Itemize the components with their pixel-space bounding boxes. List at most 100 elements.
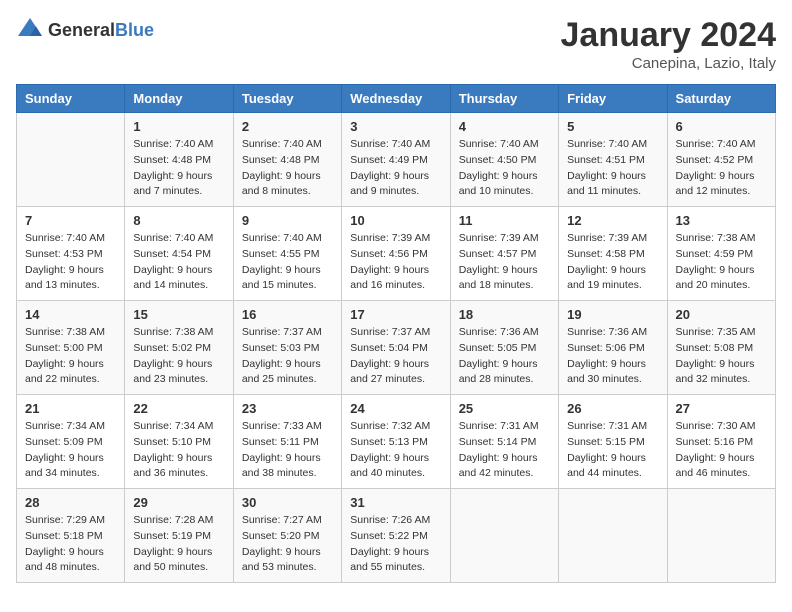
day-info: Sunrise: 7:39 AMSunset: 4:58 PMDaylight:… bbox=[567, 231, 658, 294]
day-info: Sunrise: 7:30 AMSunset: 5:16 PMDaylight:… bbox=[676, 419, 767, 482]
day-number: 11 bbox=[459, 213, 550, 228]
logo-text-general: General bbox=[48, 20, 115, 40]
calendar-cell: 15 Sunrise: 7:38 AMSunset: 5:02 PMDayligh… bbox=[125, 301, 233, 395]
header-cell-saturday: Saturday bbox=[667, 85, 775, 113]
day-number: 22 bbox=[133, 401, 224, 416]
logo: GeneralBlue bbox=[16, 16, 154, 44]
calendar-cell: 8 Sunrise: 7:40 AMSunset: 4:54 PMDaylight… bbox=[125, 207, 233, 301]
day-info: Sunrise: 7:40 AMSunset: 4:53 PMDaylight:… bbox=[25, 231, 116, 294]
day-number: 1 bbox=[133, 119, 224, 134]
day-info: Sunrise: 7:33 AMSunset: 5:11 PMDaylight:… bbox=[242, 419, 333, 482]
day-info: Sunrise: 7:37 AMSunset: 5:04 PMDaylight:… bbox=[350, 325, 441, 388]
day-info: Sunrise: 7:36 AMSunset: 5:06 PMDaylight:… bbox=[567, 325, 658, 388]
calendar-cell: 13 Sunrise: 7:38 AMSunset: 4:59 PMDayligh… bbox=[667, 207, 775, 301]
day-number: 21 bbox=[25, 401, 116, 416]
day-number: 9 bbox=[242, 213, 333, 228]
calendar-cell: 31 Sunrise: 7:26 AMSunset: 5:22 PMDayligh… bbox=[342, 489, 450, 583]
day-info: Sunrise: 7:32 AMSunset: 5:13 PMDaylight:… bbox=[350, 419, 441, 482]
day-number: 28 bbox=[25, 495, 116, 510]
day-info: Sunrise: 7:40 AMSunset: 4:50 PMDaylight:… bbox=[459, 137, 550, 200]
day-number: 13 bbox=[676, 213, 767, 228]
header-cell-friday: Friday bbox=[559, 85, 667, 113]
header-cell-wednesday: Wednesday bbox=[342, 85, 450, 113]
calendar-cell: 7 Sunrise: 7:40 AMSunset: 4:53 PMDaylight… bbox=[17, 207, 125, 301]
day-number: 20 bbox=[676, 307, 767, 322]
calendar-cell: 10Sunrise: 7:39 AMSunset: 4:56 PMDayligh… bbox=[342, 207, 450, 301]
calendar-cell: 6 Sunrise: 7:40 AMSunset: 4:52 PMDaylight… bbox=[667, 113, 775, 207]
day-number: 18 bbox=[459, 307, 550, 322]
day-number: 24 bbox=[350, 401, 441, 416]
day-number: 14 bbox=[25, 307, 116, 322]
calendar-cell bbox=[667, 489, 775, 583]
day-number: 31 bbox=[350, 495, 441, 510]
calendar-body: 1 Sunrise: 7:40 AMSunset: 4:48 PMDaylight… bbox=[17, 113, 776, 583]
calendar-cell: 17Sunrise: 7:37 AMSunset: 5:04 PMDayligh… bbox=[342, 301, 450, 395]
calendar-cell: 2 Sunrise: 7:40 AMSunset: 4:48 PMDaylight… bbox=[233, 113, 341, 207]
day-info: Sunrise: 7:38 AMSunset: 5:02 PMDaylight:… bbox=[133, 325, 224, 388]
day-info: Sunrise: 7:34 AMSunset: 5:10 PMDaylight:… bbox=[133, 419, 224, 482]
day-number: 7 bbox=[25, 213, 116, 228]
calendar-cell: 1Sunrise: 7:40 AMSunset: 4:48 PMDaylight… bbox=[125, 113, 233, 207]
day-number: 19 bbox=[567, 307, 658, 322]
calendar-cell: 19 Sunrise: 7:36 AMSunset: 5:06 PMDayligh… bbox=[559, 301, 667, 395]
day-info: Sunrise: 7:38 AMSunset: 4:59 PMDaylight:… bbox=[676, 231, 767, 294]
day-number: 8 bbox=[133, 213, 224, 228]
day-info: Sunrise: 7:31 AMSunset: 5:14 PMDaylight:… bbox=[459, 419, 550, 482]
day-number: 15 bbox=[133, 307, 224, 322]
header-cell-sunday: Sunday bbox=[17, 85, 125, 113]
calendar-week-row: 7 Sunrise: 7:40 AMSunset: 4:53 PMDaylight… bbox=[17, 207, 776, 301]
day-info: Sunrise: 7:39 AMSunset: 4:56 PMDaylight:… bbox=[350, 231, 441, 294]
day-number: 6 bbox=[676, 119, 767, 134]
day-number: 29 bbox=[133, 495, 224, 510]
page-header: GeneralBlue January 2024 Canepina, Lazio… bbox=[16, 16, 776, 72]
day-number: 27 bbox=[676, 401, 767, 416]
day-number: 5 bbox=[567, 119, 658, 134]
day-number: 25 bbox=[459, 401, 550, 416]
day-number: 30 bbox=[242, 495, 333, 510]
calendar-cell: 28Sunrise: 7:29 AMSunset: 5:18 PMDayligh… bbox=[17, 489, 125, 583]
day-info: Sunrise: 7:40 AMSunset: 4:54 PMDaylight:… bbox=[133, 231, 224, 294]
calendar-table: SundayMondayTuesdayWednesdayThursdayFrid… bbox=[16, 84, 776, 583]
header-row: SundayMondayTuesdayWednesdayThursdayFrid… bbox=[17, 85, 776, 113]
calendar-week-row: 1 Sunrise: 7:40 AMSunset: 4:48 PMDaylight… bbox=[17, 113, 776, 207]
day-number: 4 bbox=[459, 119, 550, 134]
day-number: 23 bbox=[242, 401, 333, 416]
calendar-cell bbox=[559, 489, 667, 583]
calendar-cell: 30 Sunrise: 7:27 AMSunset: 5:20 PMDayligh… bbox=[233, 489, 341, 583]
calendar-week-row: 28Sunrise: 7:29 AMSunset: 5:18 PMDayligh… bbox=[17, 489, 776, 583]
calendar-cell: 3 Sunrise: 7:40 AMSunset: 4:49 PMDaylight… bbox=[342, 113, 450, 207]
day-number: 2 bbox=[242, 119, 333, 134]
day-info: Sunrise: 7:27 AMSunset: 5:20 PMDaylight:… bbox=[242, 513, 333, 576]
day-number: 3 bbox=[350, 119, 441, 134]
calendar-cell: 14 Sunrise: 7:38 AMSunset: 5:00 PMDayligh… bbox=[17, 301, 125, 395]
day-info: Sunrise: 7:40 AMSunset: 4:52 PMDaylight:… bbox=[676, 137, 767, 200]
day-info: Sunrise: 7:40 AMSunset: 4:49 PMDaylight:… bbox=[350, 137, 441, 200]
header-cell-thursday: Thursday bbox=[450, 85, 558, 113]
day-info: Sunrise: 7:34 AMSunset: 5:09 PMDaylight:… bbox=[25, 419, 116, 482]
calendar-cell: 24 Sunrise: 7:32 AMSunset: 5:13 PMDayligh… bbox=[342, 395, 450, 489]
calendar-subtitle: Canepina, Lazio, Italy bbox=[561, 55, 777, 72]
calendar-title: January 2024 bbox=[561, 16, 777, 55]
calendar-cell: 5Sunrise: 7:40 AMSunset: 4:51 PMDaylight… bbox=[559, 113, 667, 207]
day-info: Sunrise: 7:40 AMSunset: 4:48 PMDaylight:… bbox=[242, 137, 333, 200]
calendar-cell bbox=[450, 489, 558, 583]
day-info: Sunrise: 7:31 AMSunset: 5:15 PMDaylight:… bbox=[567, 419, 658, 482]
logo-icon bbox=[16, 16, 44, 44]
calendar-cell: 29 Sunrise: 7:28 AMSunset: 5:19 PMDayligh… bbox=[125, 489, 233, 583]
day-info: Sunrise: 7:39 AMSunset: 4:57 PMDaylight:… bbox=[459, 231, 550, 294]
title-block: January 2024 Canepina, Lazio, Italy bbox=[561, 16, 777, 72]
day-info: Sunrise: 7:26 AMSunset: 5:22 PMDaylight:… bbox=[350, 513, 441, 576]
day-info: Sunrise: 7:28 AMSunset: 5:19 PMDaylight:… bbox=[133, 513, 224, 576]
day-info: Sunrise: 7:35 AMSunset: 5:08 PMDaylight:… bbox=[676, 325, 767, 388]
calendar-week-row: 14 Sunrise: 7:38 AMSunset: 5:00 PMDayligh… bbox=[17, 301, 776, 395]
calendar-cell: 11 Sunrise: 7:39 AMSunset: 4:57 PMDayligh… bbox=[450, 207, 558, 301]
day-info: Sunrise: 7:38 AMSunset: 5:00 PMDaylight:… bbox=[25, 325, 116, 388]
calendar-cell: 26Sunrise: 7:31 AMSunset: 5:15 PMDayligh… bbox=[559, 395, 667, 489]
calendar-week-row: 21 Sunrise: 7:34 AMSunset: 5:09 PMDayligh… bbox=[17, 395, 776, 489]
calendar-header: SundayMondayTuesdayWednesdayThursdayFrid… bbox=[17, 85, 776, 113]
calendar-cell bbox=[17, 113, 125, 207]
calendar-cell: 12Sunrise: 7:39 AMSunset: 4:58 PMDayligh… bbox=[559, 207, 667, 301]
calendar-cell: 4 Sunrise: 7:40 AMSunset: 4:50 PMDaylight… bbox=[450, 113, 558, 207]
day-info: Sunrise: 7:36 AMSunset: 5:05 PMDaylight:… bbox=[459, 325, 550, 388]
calendar-cell: 18 Sunrise: 7:36 AMSunset: 5:05 PMDayligh… bbox=[450, 301, 558, 395]
